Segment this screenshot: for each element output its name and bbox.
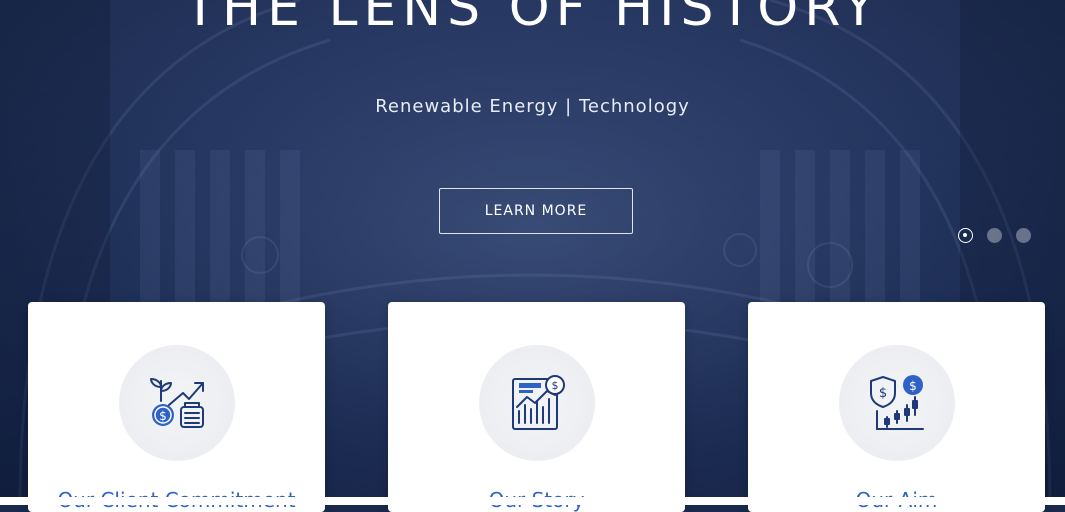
card-icon-circle: $ xyxy=(479,345,595,461)
page-content-edge xyxy=(0,497,1065,505)
hero-title: THE LENS OF HISTORY xyxy=(184,0,881,38)
svg-text:$: $ xyxy=(909,379,917,393)
card-icon-circle: $ xyxy=(119,345,235,461)
carousel-dot-2[interactable] xyxy=(987,228,1002,243)
card-client-commitment[interactable]: $ Our Client Commitment xyxy=(28,302,325,512)
carousel-pagination xyxy=(958,228,1031,243)
svg-text:$: $ xyxy=(879,386,887,401)
carousel-dot-1[interactable] xyxy=(958,228,973,243)
card-our-story[interactable]: $ Our Story xyxy=(388,302,685,512)
carousel-dot-3[interactable] xyxy=(1016,228,1031,243)
secure-investment-chart-icon: $ $ xyxy=(870,375,924,430)
hero-subtitle: Renewable Energy | Technology xyxy=(375,96,690,117)
card-icon-circle: $ $ xyxy=(839,345,955,461)
learn-more-button[interactable]: LEARN MORE xyxy=(439,188,633,234)
growth-investment-icon: $ xyxy=(150,378,204,428)
card-our-aim[interactable]: $ $ Our Aim xyxy=(748,302,1045,512)
svg-text:$: $ xyxy=(159,409,167,423)
svg-text:$: $ xyxy=(552,379,559,392)
financial-report-icon: $ xyxy=(512,375,565,430)
